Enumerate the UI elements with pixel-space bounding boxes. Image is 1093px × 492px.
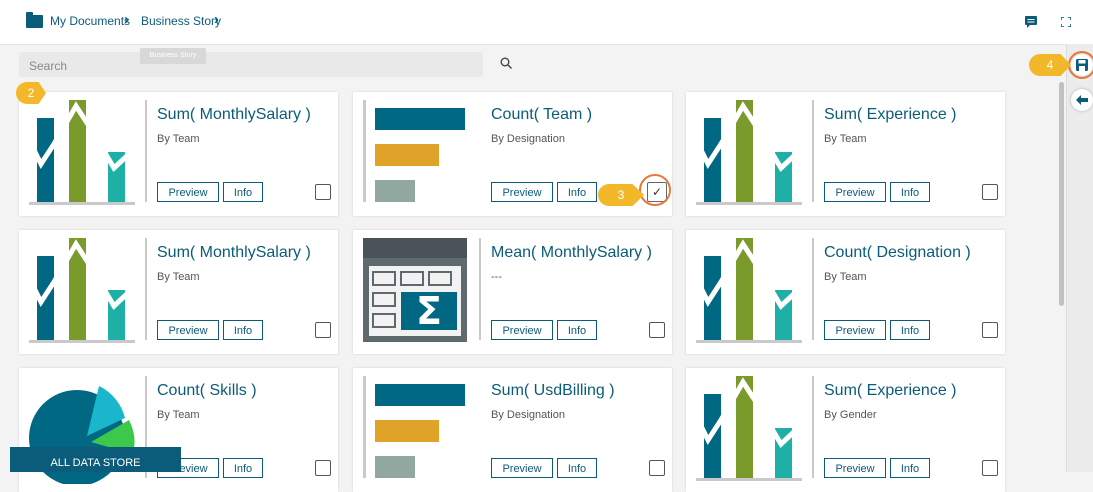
select-checkbox[interactable] bbox=[982, 322, 998, 338]
tooltip: Business Story bbox=[140, 48, 206, 64]
breadcrumb-separator: › bbox=[214, 11, 219, 28]
divider bbox=[812, 238, 814, 340]
card-subtitle: By Team bbox=[824, 133, 867, 145]
card-subtitle: --- bbox=[491, 271, 502, 283]
info-button[interactable]: Info bbox=[223, 320, 263, 340]
story-card[interactable]: Σ Mean( MonthlySalary ) --- Preview Info bbox=[353, 230, 672, 354]
story-card[interactable]: Count( Skills ) By Team Preview Info bbox=[19, 368, 338, 492]
search-input[interactable]: Search bbox=[19, 52, 483, 77]
info-button[interactable]: Info bbox=[890, 458, 930, 478]
column-chart-thumbnail bbox=[695, 100, 814, 208]
top-bar: My Documents › Business Story › bbox=[0, 0, 1093, 45]
info-button[interactable]: Info bbox=[557, 458, 597, 478]
card-subtitle: By Team bbox=[157, 133, 200, 145]
divider bbox=[145, 100, 147, 202]
divider bbox=[812, 100, 814, 202]
info-button[interactable]: Info bbox=[557, 320, 597, 340]
story-card[interactable]: Count( Designation ) By Team Preview Inf… bbox=[686, 230, 1005, 354]
select-checkbox[interactable] bbox=[649, 322, 665, 338]
card-subtitle: By Team bbox=[824, 271, 867, 283]
breadcrumb-business-story[interactable]: Business Story bbox=[141, 14, 221, 28]
preview-button[interactable]: Preview bbox=[824, 458, 886, 478]
card-subtitle: By Designation bbox=[491, 409, 565, 421]
card-title: Sum( Experience ) bbox=[824, 382, 957, 399]
comment-icon[interactable] bbox=[1025, 16, 1037, 28]
table-sum-thumbnail: Σ bbox=[363, 238, 481, 346]
scrollbar[interactable] bbox=[1059, 82, 1064, 306]
highlight-ring bbox=[639, 174, 671, 206]
search-placeholder: Search bbox=[29, 59, 68, 73]
select-checkbox[interactable] bbox=[315, 184, 331, 200]
story-card[interactable]: Sum( Experience ) By Gender Preview Info bbox=[686, 368, 1005, 492]
all-data-store-tab[interactable]: ALL DATA STORE bbox=[10, 447, 181, 472]
preview-button[interactable]: Preview bbox=[157, 182, 219, 202]
card-title: Sum( MonthlySalary ) bbox=[157, 106, 311, 123]
select-checkbox[interactable] bbox=[982, 184, 998, 200]
preview-button[interactable]: Preview bbox=[491, 458, 553, 478]
divider bbox=[145, 238, 147, 340]
card-title: Sum( MonthlySalary ) bbox=[157, 244, 311, 261]
back-button[interactable] bbox=[1071, 89, 1093, 111]
card-subtitle: By Gender bbox=[824, 409, 877, 421]
preview-button[interactable]: Preview bbox=[491, 182, 553, 202]
preview-button[interactable]: Preview bbox=[491, 320, 553, 340]
story-card[interactable]: Sum( MonthlySalary ) By Team Preview Inf… bbox=[19, 92, 338, 216]
story-card[interactable]: Sum( MonthlySalary ) By Team Preview Inf… bbox=[19, 230, 338, 354]
story-card[interactable]: Sum( UsdBilling ) By Designation Preview… bbox=[353, 368, 672, 492]
card-title: Count( Skills ) bbox=[157, 382, 257, 399]
card-title: Mean( MonthlySalary ) bbox=[491, 244, 652, 261]
divider bbox=[479, 238, 481, 340]
preview-button[interactable]: Preview bbox=[824, 320, 886, 340]
info-button[interactable]: Info bbox=[223, 182, 263, 202]
card-subtitle: By Team bbox=[157, 271, 200, 283]
bar-chart-thumbnail bbox=[363, 376, 481, 484]
column-chart-thumbnail bbox=[28, 238, 147, 346]
info-button[interactable]: Info bbox=[557, 182, 597, 202]
card-title: Count( Team ) bbox=[491, 106, 593, 123]
preview-button[interactable]: Preview bbox=[157, 320, 219, 340]
highlight-ring bbox=[1068, 51, 1093, 79]
arrow-left-icon bbox=[1076, 95, 1088, 105]
breadcrumb-my-documents[interactable]: My Documents bbox=[50, 14, 130, 28]
folder-icon[interactable] bbox=[26, 12, 43, 28]
card-subtitle: By Team bbox=[157, 409, 200, 421]
card-title: Count( Designation ) bbox=[824, 244, 971, 261]
info-button[interactable]: Info bbox=[223, 458, 263, 478]
bar-chart-thumbnail bbox=[363, 100, 481, 208]
breadcrumb-separator: › bbox=[124, 11, 129, 28]
preview-button[interactable]: Preview bbox=[824, 182, 886, 202]
column-chart-thumbnail bbox=[695, 376, 814, 484]
expand-icon[interactable] bbox=[1061, 17, 1071, 27]
search-icon[interactable] bbox=[500, 57, 512, 69]
card-subtitle: By Designation bbox=[491, 133, 565, 145]
select-checkbox[interactable] bbox=[982, 460, 998, 476]
select-checkbox[interactable] bbox=[315, 322, 331, 338]
column-chart-thumbnail bbox=[28, 100, 147, 208]
divider bbox=[812, 376, 814, 478]
svg-text:Σ: Σ bbox=[416, 289, 442, 333]
info-button[interactable]: Info bbox=[890, 182, 930, 202]
step-marker-4: 4 bbox=[1029, 54, 1071, 76]
info-button[interactable]: Info bbox=[890, 320, 930, 340]
select-checkbox[interactable] bbox=[649, 460, 665, 476]
card-title: Sum( UsdBilling ) bbox=[491, 382, 615, 399]
column-chart-thumbnail bbox=[695, 238, 814, 346]
story-card[interactable]: Sum( Experience ) By Team Preview Info bbox=[686, 92, 1005, 216]
card-title: Sum( Experience ) bbox=[824, 106, 957, 123]
select-checkbox[interactable] bbox=[315, 460, 331, 476]
